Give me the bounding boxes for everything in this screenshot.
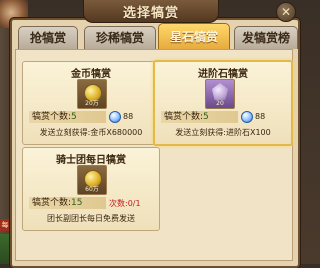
reward-description: 团长副团长每日免费发送 (47, 214, 135, 223)
tab-star-stone-reward[interactable]: 星石犒赏 (158, 23, 230, 51)
card-title: 金币犒赏 (71, 69, 111, 80)
diamond-icon (109, 111, 121, 123)
card-title: 进阶石犒赏 (198, 69, 248, 80)
tab-grab-reward[interactable]: 抢犒赏 (18, 26, 78, 49)
reward-count: 犒赏个数:5 (29, 111, 106, 123)
times-value: 0/1 (127, 199, 141, 208)
reward-count: 犒赏个数:5 (161, 111, 238, 123)
card-title: 骑士团每日犒赏 (56, 155, 126, 166)
reward-count: 犒赏个数:15 (29, 197, 106, 209)
item-quantity: 20 (216, 100, 224, 107)
tab-rare-reward[interactable]: 珍稀犒赏 (84, 26, 156, 49)
gold-coin-icon: 20万 (77, 79, 107, 109)
reward-description: 发送立刻获得:进阶石X100 (175, 128, 271, 137)
dialog-title-bar: 选择犒赏 (83, 0, 219, 23)
daily-times: 次数:0/1 (109, 199, 141, 208)
close-icon: ✕ (280, 5, 292, 19)
gold-coin-icon: 60万 (77, 165, 107, 195)
reward-card-knight-daily[interactable]: 骑士团每日犒赏 60万 犒赏个数:15 次数:0/1 团长副团长每日免费发送 (22, 147, 160, 231)
item-quantity: 60万 (85, 186, 99, 193)
reward-card-advance-stone[interactable]: 进阶石犒赏 20 犒赏个数:5 88 发送立刻获得:进阶石X100 (153, 60, 293, 146)
diamond-icon (241, 111, 253, 123)
item-quantity: 20万 (85, 100, 99, 107)
reward-description: 发送立刻获得:金币X680000 (39, 128, 143, 137)
reward-count-value: 15 (71, 198, 83, 208)
reward-count-value: 5 (71, 112, 77, 122)
reward-count-value: 5 (203, 112, 209, 122)
dialog-title: 选择犒赏 (122, 6, 179, 21)
reward-card-gold[interactable]: 金币犒赏 20万 犒赏个数:5 88 发送立刻获得:金币X680000 (22, 61, 160, 145)
tab-reward-ranking[interactable]: 发犒赏榜 (234, 26, 298, 49)
cost-value: 88 (255, 112, 266, 121)
cost-value: 88 (123, 112, 134, 121)
close-button[interactable]: ✕ (276, 2, 296, 22)
advance-stone-icon: 20 (205, 79, 235, 109)
